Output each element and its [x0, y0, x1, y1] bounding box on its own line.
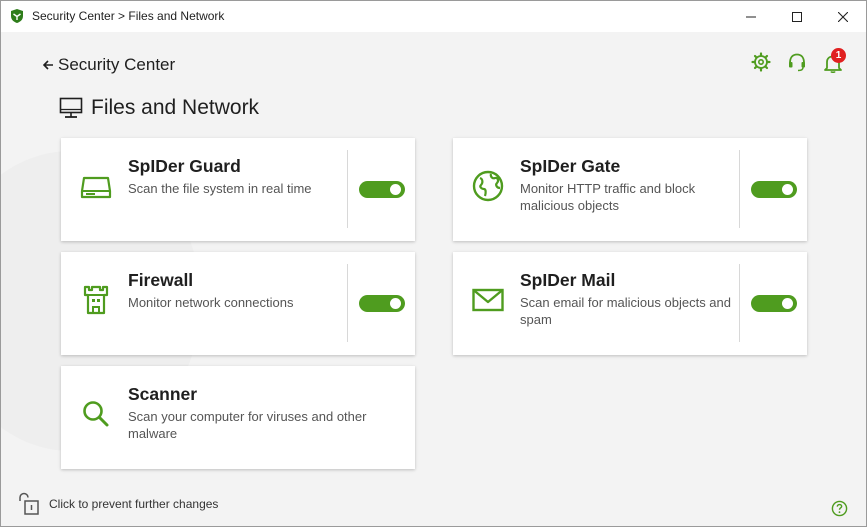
card-title: Scanner — [128, 384, 198, 404]
toggle-knob — [782, 184, 793, 195]
castle-tower-icon — [83, 285, 109, 315]
maximize-icon — [792, 11, 802, 22]
spider-guard-card[interactable]: SpIDer Guard Scan the file system in rea… — [61, 138, 415, 241]
spider-gate-card[interactable]: SpIDer Gate Monitor HTTP traffic and blo… — [453, 138, 807, 241]
card-divider — [347, 150, 348, 228]
card-divider — [739, 150, 740, 228]
lock-settings-link[interactable]: Click to prevent further changes — [16, 492, 218, 516]
minimize-button[interactable] — [728, 1, 774, 32]
card-title: Firewall — [128, 270, 194, 290]
card-title: SpIDer Mail — [520, 270, 616, 290]
card-description: Monitor HTTP traffic and block malicious… — [520, 181, 696, 213]
card-description: Scan email for malicious objects and spa… — [520, 295, 731, 327]
lock-label: Click to prevent further changes — [49, 497, 219, 511]
arrow-left-icon — [43, 60, 53, 70]
card-description: Scan the file system in real time — [128, 181, 312, 196]
monitor-icon — [59, 97, 83, 118]
card-divider — [347, 264, 348, 342]
page-header: Files and Network — [59, 96, 259, 120]
globe-icon — [472, 170, 504, 202]
spider-gate-toggle[interactable] — [751, 181, 797, 198]
spider-mail-toggle[interactable] — [751, 295, 797, 312]
envelope-icon — [472, 288, 504, 312]
back-link-label: Security Center — [58, 55, 176, 74]
window-title: Security Center > Files and Network — [32, 9, 225, 23]
question-circle-icon[interactable] — [831, 500, 848, 517]
maximize-button[interactable] — [774, 1, 820, 32]
toggle-knob — [782, 298, 793, 309]
toggle-knob — [390, 184, 401, 195]
close-button[interactable] — [820, 1, 866, 32]
card-title: SpIDer Gate — [520, 156, 621, 176]
hard-drive-icon — [80, 176, 112, 199]
magnifier-icon — [83, 401, 109, 427]
card-title: SpIDer Guard — [128, 156, 241, 176]
headset-icon[interactable] — [786, 51, 808, 73]
card-divider — [739, 264, 740, 342]
card-description: Scan your computer for viruses and other… — [128, 409, 367, 441]
gear-icon[interactable] — [750, 51, 772, 73]
toggle-knob — [390, 298, 401, 309]
title-bar: Security Center > Files and Network — [1, 1, 866, 32]
close-icon — [838, 11, 848, 22]
card-description: Monitor network connections — [128, 295, 294, 310]
back-to-security-center-link[interactable]: Security Center — [43, 55, 175, 75]
scanner-card[interactable]: Scanner Scan your computer for viruses a… — [61, 366, 415, 469]
app-window: Security Center > Files and Network Secu… — [0, 0, 867, 527]
firewall-card[interactable]: Firewall Monitor network connections — [61, 252, 415, 355]
notification-count-badge: 1 — [831, 48, 846, 63]
spider-guard-toggle[interactable] — [359, 181, 405, 198]
minimize-icon — [746, 16, 756, 17]
firewall-toggle[interactable] — [359, 295, 405, 312]
app-logo-icon — [11, 9, 23, 23]
unlocked-padlock-icon — [19, 492, 39, 515]
page-title: Files and Network — [91, 96, 260, 119]
spider-mail-card[interactable]: SpIDer Mail Scan email for malicious obj… — [453, 252, 807, 355]
